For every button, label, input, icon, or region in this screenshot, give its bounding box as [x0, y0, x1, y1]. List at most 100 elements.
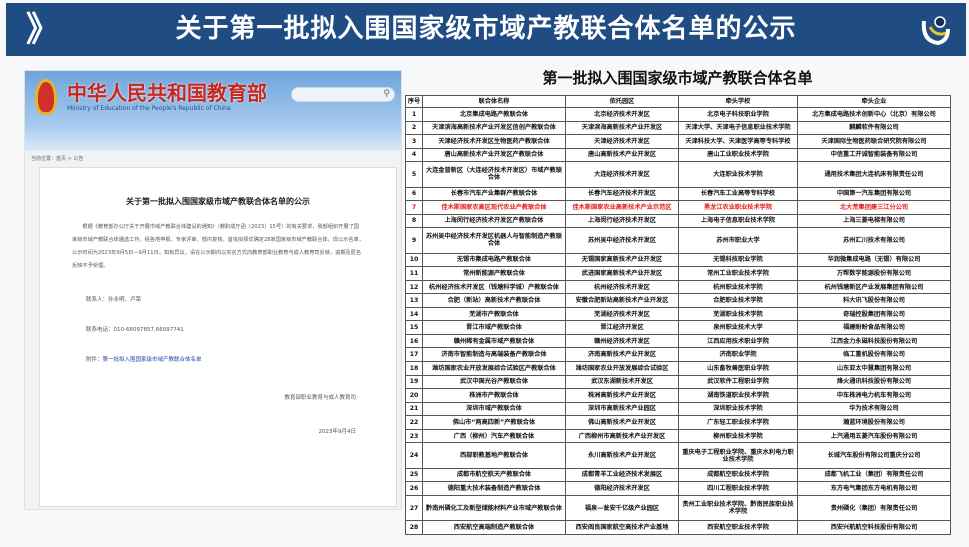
- table-cell: 6: [406, 187, 423, 201]
- column-header: 牵头企业: [798, 96, 951, 108]
- table-cell: 18: [406, 362, 423, 376]
- table-cell: 唐山工业职业技术学院: [679, 148, 798, 162]
- signature: 教育部职业教育与成人教育司: [40, 393, 396, 401]
- table-cell: 德阳经济技术开发区: [566, 482, 679, 496]
- table-row: 13合肥（新站）高新技术产教联合体安徽合肥新站高新技术产业开发区合肥职业技术学院…: [406, 294, 951, 308]
- table-cell: 成都青羊工业经济技术发展区: [566, 468, 679, 482]
- table-title: 第一批拟入围国家级市域产教联合体名单: [405, 67, 950, 88]
- table-cell: 合肥（新站）高新技术产教联合体: [423, 294, 566, 308]
- national-emblem-icon: [35, 79, 57, 115]
- table-cell: 株洲高新技术产业开发区: [566, 389, 679, 403]
- table-cell: 杭州职业技术学院: [679, 280, 798, 294]
- table-row: 28西安航空高端制造产教联合体西安阎良国家航空高技术产业基地西安航空职业技术学院…: [406, 521, 951, 535]
- table-cell: 瀚蓝环境股份有限公司: [798, 416, 951, 430]
- table-cell: 4: [406, 148, 423, 162]
- table-cell: 江西金力永磁科技股份有限公司: [798, 334, 951, 348]
- table-cell: 佳木斯国家农业高新技术产业示范区: [566, 201, 679, 215]
- column-header: 联合体名称: [423, 96, 566, 108]
- site-name: 中华人民共和国教育部: [67, 77, 267, 106]
- table-row: 17济南市智能制造与高端装备产教联合体济南高新技术产业开发区济南职业学院临工重机…: [406, 348, 951, 362]
- table-row: 18潍坊国家农业开放发展综合试验区产教联合体潍坊国家农业开放发展综合试验区山东畜…: [406, 362, 951, 376]
- table-cell: 深圳市域产教联合体: [423, 402, 566, 416]
- table-cell: 26: [406, 482, 423, 496]
- table-cell: 3: [406, 135, 423, 149]
- table-cell: 苏州吴中经济技术开发区: [566, 228, 679, 253]
- table-cell: 广西（柳州）汽车产教联合体: [423, 429, 566, 443]
- table-cell: 24: [406, 443, 423, 468]
- table-cell: 北方集成电路技术创新中心（北京）有限公司: [798, 108, 951, 122]
- search-icon[interactable]: ⚲: [383, 89, 390, 99]
- table-cell: 福建盼盼食品有限公司: [798, 321, 951, 335]
- table-cell: 上海三菱电梯有限公司: [798, 214, 951, 228]
- table-cell: 永川高新技术产业开发区: [566, 443, 679, 468]
- table-row: 3天津经济技术开发区生物医药产教联合体天津经济技术开发区天津科技大学、天津医学高…: [406, 135, 951, 149]
- website-banner: 中华人民共和国教育部 Ministry of Education of the …: [25, 71, 401, 151]
- table-cell: 武汉中国光谷产教联合体: [423, 375, 566, 389]
- table-row: 6长春市汽车产业集群产教联合体长春汽车经济技术开发区长春汽车工业高等专科学校中国…: [406, 187, 951, 201]
- table-cell: 16: [406, 334, 423, 348]
- table-cell: 大连经济技术开发区: [566, 162, 679, 187]
- table-cell: 无锡市集成电路产教联合体: [423, 253, 566, 267]
- table-cell: 济南市智能制造与高端装备产教联合体: [423, 348, 566, 362]
- table-cell: 西部职教基地产教联合体: [423, 443, 566, 468]
- table-cell: 赣州经济技术开发区: [566, 334, 679, 348]
- table-row: 23广西（柳州）汽车产教联合体广西柳州市高新技术产业开发区柳州职业技术学院上汽通…: [406, 429, 951, 443]
- consortium-table: 序号联合体名称依托园区牵头学校牵头企业 1北京集成电路产教联合体北京经济技术开发…: [405, 95, 951, 535]
- table-cell: 安徽合肥新站高新技术产业开发区: [566, 294, 679, 308]
- table-cell: 万帮数字能源股份有限公司: [798, 267, 951, 281]
- search-input[interactable]: ⚲: [291, 87, 395, 102]
- attachment-link[interactable]: 第一批拟入围国家级市域产教联合体名单: [103, 357, 202, 363]
- table-cell: 13: [406, 294, 423, 308]
- table-cell: 潍坊国家农业开放发展综合试验区: [566, 362, 679, 376]
- table-cell: 25: [406, 468, 423, 482]
- table-row: 22佛山市“两高四新”产教联合体佛山高新技术产业开发区广东轻工职业技术学院瀚蓝环…: [406, 416, 951, 430]
- table-cell: 成都航空职业技术学院: [679, 468, 798, 482]
- table-cell: 15: [406, 321, 423, 335]
- table-row: 12杭州经济技术开发区（钱塘科学城）产教联合体杭州经济技术开发区杭州职业技术学院…: [406, 280, 951, 294]
- table-cell: 常州工业职业技术学院: [679, 267, 798, 281]
- table-cell: 黔南州磷化工及新型储能材料产业市域产教联合体: [423, 495, 566, 520]
- table-row: 14芜湖市产教联合体芜湖经济技术开发区芜湖职业技术学院奇瑞控股集团有限公司: [406, 307, 951, 321]
- table-cell: 成都市航空航天产教联合体: [423, 468, 566, 482]
- site-name-en: Ministry of Education of the People's Re…: [67, 105, 231, 112]
- table-cell: 天津经济技术开发区生物医药产教联合体: [423, 135, 566, 149]
- table-cell: 深圳职业技术学院: [679, 402, 798, 416]
- table-cell: 长春汽车工业高等专科学校: [679, 187, 798, 201]
- table-cell: 株洲市产教联合体: [423, 389, 566, 403]
- table-row: 1北京集成电路产教联合体北京经济技术开发区北京电子科技职业学院北方集成电路技术创…: [406, 108, 951, 122]
- table-row: 15晋江市域产教联合体晋江经济开发区泉州职业技术大学福建盼盼食品有限公司: [406, 321, 951, 335]
- table-cell: 北京经济技术开发区: [566, 108, 679, 122]
- table-cell: 赣州稀有金属市域产教联合体: [423, 334, 566, 348]
- table-cell: 山东畜牧兽医职业学院: [679, 362, 798, 376]
- table-cell: 贵州工业职业技术学院、黔南民族职业技术学院: [679, 495, 798, 520]
- table-cell: 大连职业技术学院: [679, 162, 798, 187]
- table-cell: 中信重工开诚智能装备有限公司: [798, 148, 951, 162]
- table-cell: 杭州钱塘新区产业发展集团有限公司: [798, 280, 951, 294]
- table-row: 26德阳重大技术装备制造产教联合体德阳经济技术开发区四川工程职业技术学院东方电气…: [406, 482, 951, 496]
- table-cell: 唐山高新技术产业开发区: [566, 148, 679, 162]
- table-cell: 广东轻工职业技术学院: [679, 416, 798, 430]
- doc-body: 根据《教育部办公厅关于开展市域产教联合体建设的通知》（教职成厅函〔2023〕15…: [40, 221, 396, 273]
- table-cell: 北大荒集团建三江分公司: [798, 201, 951, 215]
- table-cell: 潍坊国家农业开放发展综合试验区产教联合体: [423, 362, 566, 376]
- table-cell: 无锡科技职业学院: [679, 253, 798, 267]
- table-cell: 无锡国家高新技术产业开发区: [566, 253, 679, 267]
- table-cell: 芜湖职业技术学院: [679, 307, 798, 321]
- table-row: 27黔南州磷化工及新型储能材料产业市域产教联合体福泉—瓮安千亿级产业园区贵州工业…: [406, 495, 951, 520]
- table-row: 19武汉中国光谷产教联合体武汉东湖新技术开发区武汉软件工程职业学院烽火通讯科技股…: [406, 375, 951, 389]
- table-cell: 12: [406, 280, 423, 294]
- table-cell: 福泉—瓮安千亿级产业园区: [566, 495, 679, 520]
- table-cell: 苏州市职业大学: [679, 228, 798, 253]
- table-cell: 成都飞机工业（集团）有限责任公司: [798, 468, 951, 482]
- table-cell: 佛山市“两高四新”产教联合体: [423, 416, 566, 430]
- table-cell: 23: [406, 429, 423, 443]
- table-cell: 德阳重大技术装备制造产教联合体: [423, 482, 566, 496]
- table-cell: 天津国际生物医药联合研究院有限公司: [798, 135, 951, 149]
- table-cell: 大连金普新区（大连经济技术开发区）市域产教联合体: [423, 162, 566, 187]
- table-cell: 广西柳州市高新技术产业开发区: [566, 429, 679, 443]
- table-row: 24西部职教基地产教联合体永川高新技术产业开发区重庆电子工程职业学院、重庆水利电…: [406, 443, 951, 468]
- table-cell: 合肥职业技术学院: [679, 294, 798, 308]
- table-cell: 上汽通用五菱汽车股份有限公司: [798, 429, 951, 443]
- table-cell: 苏州汇川技术有限公司: [798, 228, 951, 253]
- table-cell: 22: [406, 416, 423, 430]
